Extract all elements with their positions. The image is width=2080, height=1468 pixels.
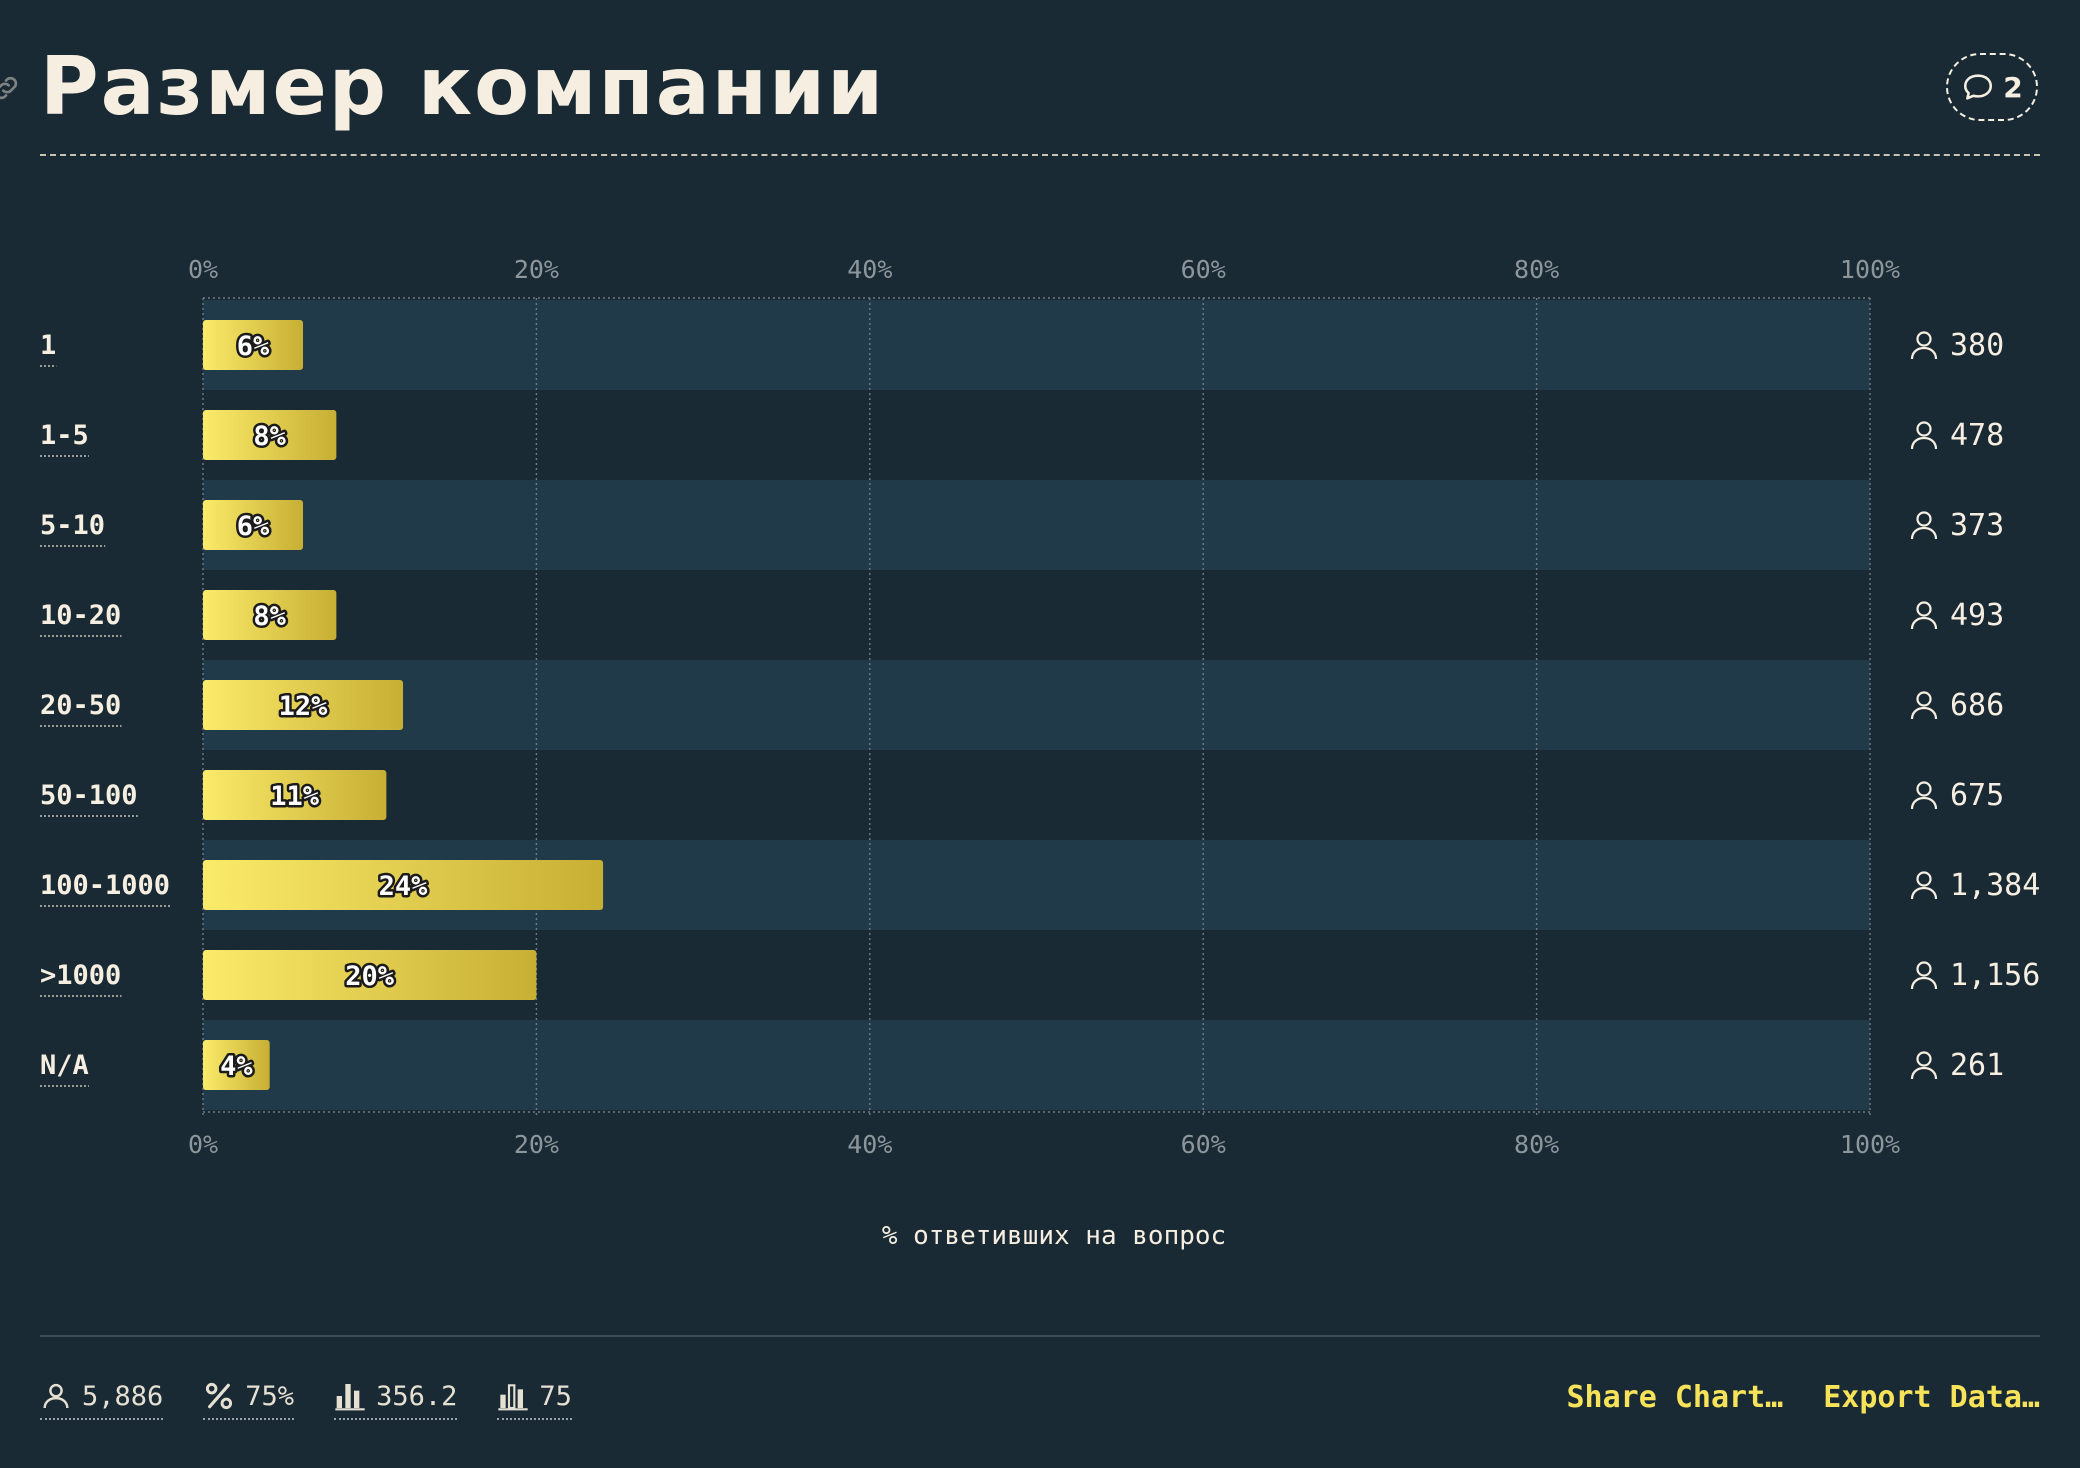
x-tick-label-bottom: 0%	[188, 1130, 218, 1159]
person-icon-head	[1916, 511, 1932, 527]
bar-value-label: 24%	[379, 871, 429, 902]
category-label[interactable]: 1-5	[40, 420, 89, 451]
respondent-count: 373	[1950, 508, 2004, 543]
row-band	[203, 300, 1870, 390]
x-tick-label-top: 80%	[1514, 255, 1559, 284]
category-label[interactable]: >1000	[40, 960, 121, 991]
x-tick-label-top: 60%	[1181, 255, 1226, 284]
category-label[interactable]: 50-100	[40, 780, 138, 811]
bar-value-label: 11%	[270, 781, 320, 812]
x-tick-label-top: 40%	[847, 255, 892, 284]
survey-chart-card: Размер компании 2 1 6% 380 1-5 8% 478 5-10 6% 37…	[0, 0, 2080, 1468]
bar-chart: 1 6% 380 1-5 8% 478 5-10 6% 373 10-20 8% 493 20-50 12…	[40, 255, 2040, 1251]
person-icon-head	[1916, 961, 1932, 977]
bar-value-label: 6%	[237, 331, 270, 362]
respondent-count: 261	[1950, 1048, 2004, 1083]
person-icon-head	[1916, 421, 1932, 437]
person-icon-body	[1910, 346, 1938, 360]
footer-divider	[40, 1335, 2040, 1337]
x-tick-label-top: 100%	[1840, 255, 1900, 284]
category-label[interactable]: 20-50	[40, 690, 121, 721]
average-stat[interactable]: 356.2	[334, 1380, 458, 1420]
percent-value: 75%	[245, 1380, 295, 1412]
bar-chart-outline-icon	[498, 1384, 529, 1411]
category-label[interactable]: 1	[40, 330, 56, 361]
respondent-count: 493	[1950, 598, 2004, 633]
bar-value-label: 12%	[279, 691, 329, 722]
respondent-count: 675	[1950, 778, 2004, 813]
respondent-count: 478	[1950, 418, 2004, 453]
person-icon	[1910, 421, 1938, 450]
person-icon	[1910, 781, 1938, 810]
person-icon-body	[1910, 706, 1938, 720]
row-band	[203, 660, 1870, 750]
person-icon	[1910, 601, 1938, 630]
person-icon-head	[1916, 781, 1932, 797]
person-icon-body	[1910, 436, 1938, 450]
respondent-count: 380	[1950, 328, 2004, 363]
chart-actions: Share Chart… Export Data…	[1567, 1380, 2041, 1415]
person-icon-body	[1910, 796, 1938, 810]
person-icon-body	[1910, 976, 1938, 990]
respondent-count: 1,156	[1950, 958, 2040, 993]
person-icon	[43, 1383, 69, 1409]
share-chart-button[interactable]: Share Chart…	[1567, 1380, 1784, 1415]
person-icon-body	[1910, 1066, 1938, 1080]
category-label[interactable]: 5-10	[40, 510, 105, 541]
percent-stat[interactable]: 75%	[203, 1380, 295, 1420]
person-icon-body	[1910, 616, 1938, 630]
x-tick-label-bottom: 20%	[514, 1130, 559, 1159]
bar-value-label: 8%	[253, 421, 286, 452]
person-icon-body	[1910, 526, 1938, 540]
x-tick-label-bottom: 100%	[1840, 1130, 1900, 1159]
person-icon	[1910, 691, 1938, 720]
average-value: 356.2	[376, 1380, 458, 1412]
x-axis-title: % ответивших на вопрос	[882, 1221, 1226, 1251]
person-icon-head	[1916, 1051, 1932, 1067]
category-label[interactable]: 10-20	[40, 600, 121, 631]
bar-value-label: 20%	[345, 961, 395, 992]
person-icon	[1910, 331, 1938, 360]
x-tick-label-top: 20%	[514, 255, 559, 284]
x-tick-label-bottom: 60%	[1181, 1130, 1226, 1159]
bar-value-label: 4%	[220, 1051, 253, 1082]
median-value: 75	[539, 1380, 572, 1412]
person-icon-head	[1916, 871, 1932, 887]
person-icon-head	[1916, 601, 1932, 617]
row-band	[203, 1020, 1870, 1110]
x-tick-label-bottom: 40%	[847, 1130, 892, 1159]
bar-value-label: 6%	[237, 511, 270, 542]
respondent-count: 686	[1950, 688, 2004, 723]
median-stat[interactable]: 75	[497, 1380, 572, 1420]
person-icon	[1910, 511, 1938, 540]
person-icon	[1910, 871, 1938, 900]
summary-stats: 5,886 75% 356.2 75	[40, 1380, 572, 1420]
person-icon-head	[1916, 331, 1932, 347]
category-label[interactable]: 100-1000	[40, 870, 170, 901]
bar-value-label: 8%	[253, 601, 286, 632]
person-icon-body	[1910, 886, 1938, 900]
export-data-button[interactable]: Export Data…	[1823, 1380, 2040, 1415]
person-icon	[1910, 1051, 1938, 1080]
respondents-stat[interactable]: 5,886	[40, 1380, 164, 1420]
respondents-value: 5,886	[82, 1380, 164, 1412]
x-tick-label-bottom: 80%	[1514, 1130, 1559, 1159]
person-icon-head	[1916, 691, 1932, 707]
person-icon	[1910, 961, 1938, 990]
respondent-count: 1,384	[1950, 868, 2040, 903]
bar-chart-icon	[335, 1384, 365, 1411]
category-label[interactable]: N/A	[40, 1050, 89, 1081]
percent-icon	[206, 1382, 233, 1410]
row-band	[203, 480, 1870, 570]
x-tick-label-top: 0%	[188, 255, 218, 284]
